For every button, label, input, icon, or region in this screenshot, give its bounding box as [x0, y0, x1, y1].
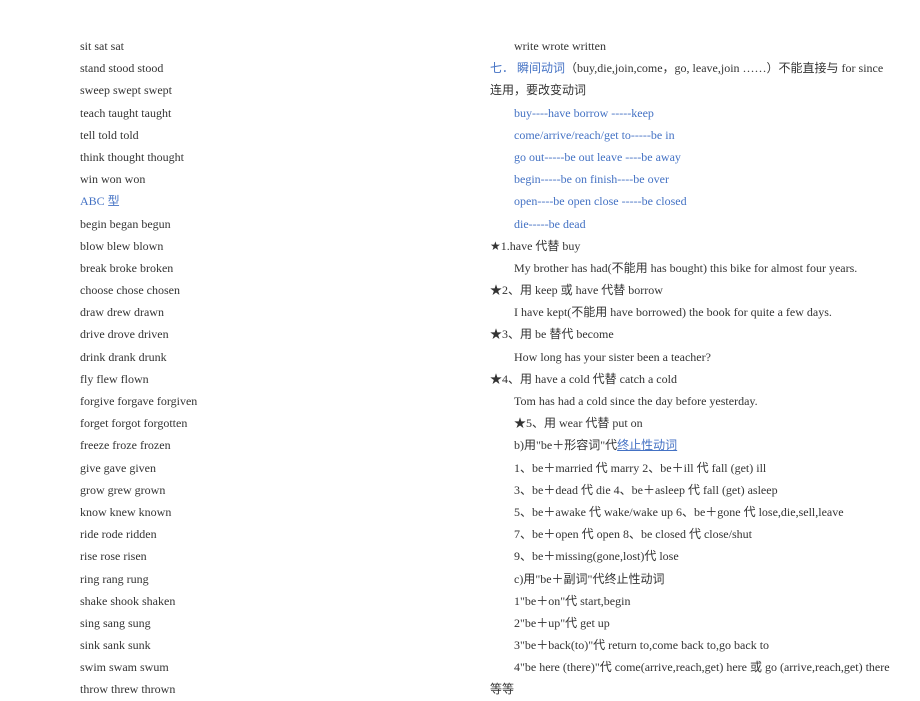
text-line: 5、be＋awake 代 wake/wake up 6、be＋gone 代 lo…	[490, 501, 890, 523]
star-line: ★4、用 have a cold 代替 catch a cold	[490, 368, 890, 390]
verb-line: fly flew flown	[80, 368, 420, 390]
prefix-text: b)用"be＋形容词"代	[514, 438, 617, 452]
verb-line: freeze froze frozen	[80, 434, 420, 456]
verb-line: win won won	[80, 168, 420, 190]
text-line: 2"be＋up"代 get up	[490, 612, 890, 634]
verb-line: write wrote written	[490, 35, 890, 57]
text-line: 3"be＋back(to)"代 return to,come back to,g…	[490, 634, 890, 656]
verb-line: drive drove driven	[80, 323, 420, 345]
verb-line: grow grew grown	[80, 479, 420, 501]
verb-line: sit sat sat	[80, 35, 420, 57]
star-line: ★1.have 代替 buy	[490, 235, 890, 257]
text-line: 连用，要改变动词	[490, 79, 890, 101]
text-line: 7、be＋open 代 open 8、be closed 代 close/shu…	[490, 523, 890, 545]
text-line: 等等	[490, 678, 890, 700]
abc-heading: ABC 型	[80, 190, 420, 212]
verb-line: tell told told	[80, 124, 420, 146]
rule-line: go out-----be out leave ----be away	[490, 146, 890, 168]
rule-line: begin-----be on finish----be over	[490, 168, 890, 190]
example-line: My brother has had(不能用 has bought) this …	[490, 257, 890, 279]
verb-line: sweep swept swept	[80, 79, 420, 101]
verb-line: sing sang sung	[80, 612, 420, 634]
star-line: ★3、用 be 替代 become	[490, 323, 890, 345]
verb-line: think thought thought	[80, 146, 420, 168]
left-column: sit sat sat stand stood stood sweep swep…	[0, 0, 460, 650]
rule-line: buy----have borrow -----keep	[490, 102, 890, 124]
right-column: write wrote written 七． 瞬间动词（buy,die,join…	[460, 0, 920, 650]
terminative-verb-link[interactable]: 终止性动词	[617, 438, 677, 452]
text-line: b)用"be＋形容词"代终止性动词	[490, 434, 890, 456]
page-container: sit sat sat stand stood stood sweep swep…	[0, 0, 920, 650]
section-heading: 七． 瞬间动词（buy,die,join,come，go, leave,join…	[490, 57, 890, 79]
verb-line: throw threw thrown	[80, 678, 420, 700]
text-line: 4"be here (there)"代 come(arrive,reach,ge…	[490, 656, 890, 678]
verb-line: forget forgot forgotten	[80, 412, 420, 434]
verb-line: ring rang rung	[80, 568, 420, 590]
heading-num: 七． 瞬间动词	[490, 61, 565, 75]
heading-rest: （buy,die,join,come，go, leave,join ……）不能直…	[565, 61, 883, 75]
verb-line: swim swam swum	[80, 656, 420, 678]
example-line: How long has your sister been a teacher?	[490, 346, 890, 368]
example-line: I have kept(不能用 have borrowed) the book …	[490, 301, 890, 323]
verb-line: shake shook shaken	[80, 590, 420, 612]
verb-line: ride rode ridden	[80, 523, 420, 545]
text-line: 3、be＋dead 代 die 4、be＋asleep 代 fall (get)…	[490, 479, 890, 501]
example-line: Tom has had a cold since the day before …	[490, 390, 890, 412]
rule-line: open----be open close -----be closed	[490, 190, 890, 212]
verb-line: teach taught taught	[80, 102, 420, 124]
text-line: c)用"be＋副词"代终止性动词	[490, 568, 890, 590]
text-line: 9、be＋missing(gone,lost)代 lose	[490, 545, 890, 567]
text-line: 1"be＋on"代 start,begin	[490, 590, 890, 612]
verb-line: blow blew blown	[80, 235, 420, 257]
rule-line: come/arrive/reach/get to-----be in	[490, 124, 890, 146]
verb-line: know knew known	[80, 501, 420, 523]
star-line: ★2、用 keep 或 have 代替 borrow	[490, 279, 890, 301]
text-line: 1、be＋married 代 marry 2、be＋ill 代 fall (ge…	[490, 457, 890, 479]
verb-line: break broke broken	[80, 257, 420, 279]
verb-line: begin began begun	[80, 213, 420, 235]
verb-line: draw drew drawn	[80, 301, 420, 323]
verb-line: stand stood stood	[80, 57, 420, 79]
rule-line: die-----be dead	[490, 213, 890, 235]
verb-line: rise rose risen	[80, 545, 420, 567]
verb-line: give gave given	[80, 457, 420, 479]
verb-line: forgive forgave forgiven	[80, 390, 420, 412]
verb-line: drink drank drunk	[80, 346, 420, 368]
verb-line: choose chose chosen	[80, 279, 420, 301]
verb-line: sink sank sunk	[80, 634, 420, 656]
star-line: ★5、用 wear 代替 put on	[490, 412, 890, 434]
